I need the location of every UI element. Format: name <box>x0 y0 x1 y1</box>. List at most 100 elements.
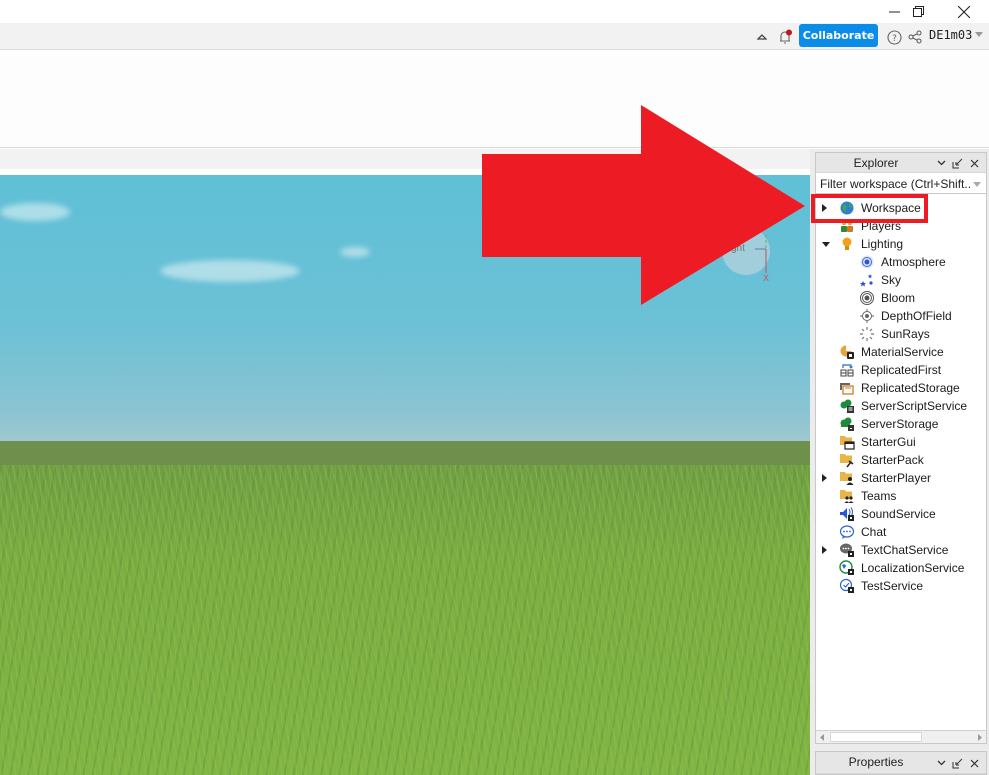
tree-item-label: ReplicatedStorage <box>861 381 960 395</box>
chevron-right-icon <box>978 733 982 741</box>
chat-icon <box>839 524 855 540</box>
close-icon <box>958 5 970 18</box>
starter-gui-icon <box>839 434 855 450</box>
top-toolbar: Collaborate ? DE1m03 <box>0 23 989 50</box>
horizontal-scrollbar[interactable] <box>816 730 986 743</box>
tree-item-label: TextChatService <box>861 543 949 557</box>
notifications-button[interactable] <box>775 27 795 47</box>
share-button[interactable] <box>905 27 925 47</box>
restore-icon <box>912 6 924 17</box>
expand-arrow-open-icon[interactable] <box>822 242 830 247</box>
scroll-left-button[interactable] <box>816 731 829 743</box>
properties-header: Properties <box>816 752 986 774</box>
restore-button[interactable] <box>895 0 941 23</box>
replicated-storage-icon <box>839 380 855 396</box>
filter-dropdown-icon[interactable] <box>973 182 981 187</box>
cloud <box>0 203 70 221</box>
tree-item-serverstorage[interactable]: ServerStorage <box>816 415 986 433</box>
grass-terrain <box>0 465 810 775</box>
tree-item-localizationservice[interactable]: LocalizationService <box>816 559 986 577</box>
tree-item-label: ServerScriptService <box>861 399 968 413</box>
tree-item-starterplayer[interactable]: StarterPlayer <box>816 469 986 487</box>
tree-item-materialservice[interactable]: MaterialService <box>816 343 986 361</box>
notification-bell-icon <box>780 29 792 44</box>
tree-item-label: Teams <box>861 489 897 503</box>
tree-item-depthoffield[interactable]: DepthOfField <box>816 307 986 325</box>
tree-item-label: Lighting <box>861 237 904 251</box>
tree-item-bloom[interactable]: Bloom <box>816 289 986 307</box>
username[interactable]: DE1m03 <box>929 28 972 42</box>
tree-item-label: DepthOfField <box>881 309 952 323</box>
explorer-tree: Workspace Players Lighting Atmosphere Sky Blo… <box>816 199 986 595</box>
tree-item-serverscriptservice[interactable]: ServerScriptService <box>816 397 986 415</box>
expand-arrow-closed-icon[interactable] <box>822 204 827 212</box>
expand-arrow-closed-icon[interactable] <box>822 474 827 482</box>
tree-item-label: TestService <box>861 579 924 593</box>
undock-button[interactable] <box>950 756 964 770</box>
tree-item-label: Bloom <box>881 291 916 305</box>
expand-arrow-closed-icon[interactable] <box>822 546 827 554</box>
tree-item-lighting[interactable]: Lighting <box>816 235 986 253</box>
chevron-down-icon <box>937 160 945 166</box>
tree-item-sunrays[interactable]: SunRays <box>816 325 986 343</box>
tree-item-atmosphere[interactable]: Atmosphere <box>816 253 986 271</box>
players-icon <box>839 218 855 234</box>
scrollbar-thumb[interactable] <box>830 732 922 742</box>
tree-item-label: LocalizationService <box>861 561 965 575</box>
tree-item-startergui[interactable]: StarterGui <box>816 433 986 451</box>
tree-item-players[interactable]: Players <box>816 217 986 235</box>
close-panel-button[interactable] <box>967 756 981 770</box>
tree-item-replicatedstorage[interactable]: ReplicatedStorage <box>816 379 986 397</box>
collapse-ribbon-button[interactable] <box>752 27 772 47</box>
scroll-right-button[interactable] <box>973 731 986 743</box>
tree-item-label: StarterGui <box>861 435 916 449</box>
tree-item-soundservice[interactable]: SoundService <box>816 505 986 523</box>
panel-menu-button[interactable] <box>934 756 948 770</box>
undock-button[interactable] <box>950 156 964 170</box>
filter-workspace-input[interactable] <box>816 174 971 193</box>
tree-item-chat[interactable]: Chat <box>816 523 986 541</box>
server-script-service-icon <box>839 398 855 414</box>
chevron-up-icon <box>757 34 767 40</box>
tree-item-label: MaterialService <box>861 345 944 359</box>
lighting-icon <box>839 236 855 252</box>
properties-panel: Properties <box>815 751 987 775</box>
depth-of-field-icon <box>859 308 875 324</box>
svg-text:?: ? <box>892 34 897 44</box>
explorer-filter <box>816 174 986 194</box>
sky-icon <box>859 272 875 288</box>
bloom-icon <box>859 290 875 306</box>
tree-item-label: Workspace <box>861 201 921 215</box>
panel-menu-button[interactable] <box>934 156 948 170</box>
collaborate-button[interactable]: Collaborate <box>799 24 878 47</box>
tree-item-textchatservice[interactable]: TextChatService <box>816 541 986 559</box>
help-button[interactable]: ? <box>884 27 904 47</box>
share-icon <box>908 30 922 44</box>
close-icon <box>970 159 978 167</box>
text-chat-service-icon <box>839 542 855 558</box>
tree-item-replicatedfirst[interactable]: ReplicatedFirst <box>816 361 986 379</box>
tree-item-workspace[interactable]: Workspace <box>816 199 986 217</box>
title-bar <box>0 0 989 23</box>
chevron-down-icon <box>937 760 945 766</box>
tree-item-label: ReplicatedFirst <box>861 363 942 377</box>
sunrays-icon <box>859 326 875 342</box>
explorer-panel: Explorer Workspace Players Lighting Atmosph… <box>815 152 987 744</box>
annotation-arrow-icon <box>482 105 805 305</box>
tree-item-label: ServerStorage <box>861 417 939 431</box>
chevron-down-icon[interactable] <box>975 32 983 37</box>
tree-item-testservice[interactable]: TestService <box>816 577 986 595</box>
undock-icon <box>952 758 962 768</box>
close-window-button[interactable] <box>941 0 987 23</box>
workspace-icon <box>839 200 855 216</box>
explorer-header: Explorer <box>816 153 986 173</box>
close-panel-button[interactable] <box>967 156 981 170</box>
explorer-title: Explorer <box>853 156 899 170</box>
cloud <box>160 260 300 282</box>
tree-item-sky[interactable]: Sky <box>816 271 986 289</box>
tree-item-label: Atmosphere <box>881 255 946 269</box>
close-icon <box>970 759 978 767</box>
sound-service-icon <box>839 506 855 522</box>
tree-item-teams[interactable]: Teams <box>816 487 986 505</box>
tree-item-starterpack[interactable]: StarterPack <box>816 451 986 469</box>
